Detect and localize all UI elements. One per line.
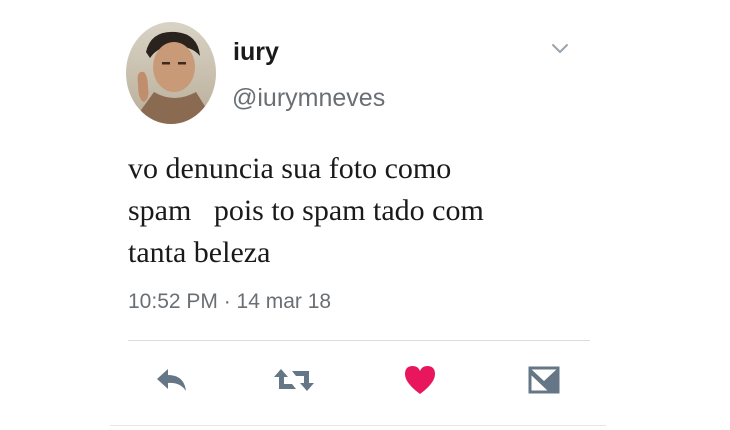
- timestamp[interactable]: 10:52 PM · 14 mar 18: [128, 290, 331, 314]
- reply-icon: [157, 369, 186, 391]
- action-bar: [110, 360, 610, 410]
- heart-icon: [405, 366, 435, 394]
- like-button[interactable]: [400, 360, 440, 400]
- divider: [128, 340, 590, 341]
- reply-button[interactable]: [152, 360, 192, 400]
- tweet-text: vo denuncia sua foto como spam pois to s…: [128, 152, 484, 269]
- display-name[interactable]: iury: [233, 38, 279, 67]
- retweet-button[interactable]: [270, 360, 318, 400]
- user-handle[interactable]: @iurymneves: [232, 84, 385, 113]
- retweet-icon: [274, 369, 314, 391]
- avatar-photo: [126, 22, 216, 124]
- tweet-card: iury @iurymneves vo denuncia sua foto co…: [0, 0, 730, 430]
- direct-message-button[interactable]: [524, 360, 564, 400]
- divider-bottom: [110, 425, 606, 426]
- direct-message-icon: [528, 366, 560, 394]
- chevron-down-icon[interactable]: [550, 42, 570, 56]
- avatar[interactable]: [126, 22, 216, 124]
